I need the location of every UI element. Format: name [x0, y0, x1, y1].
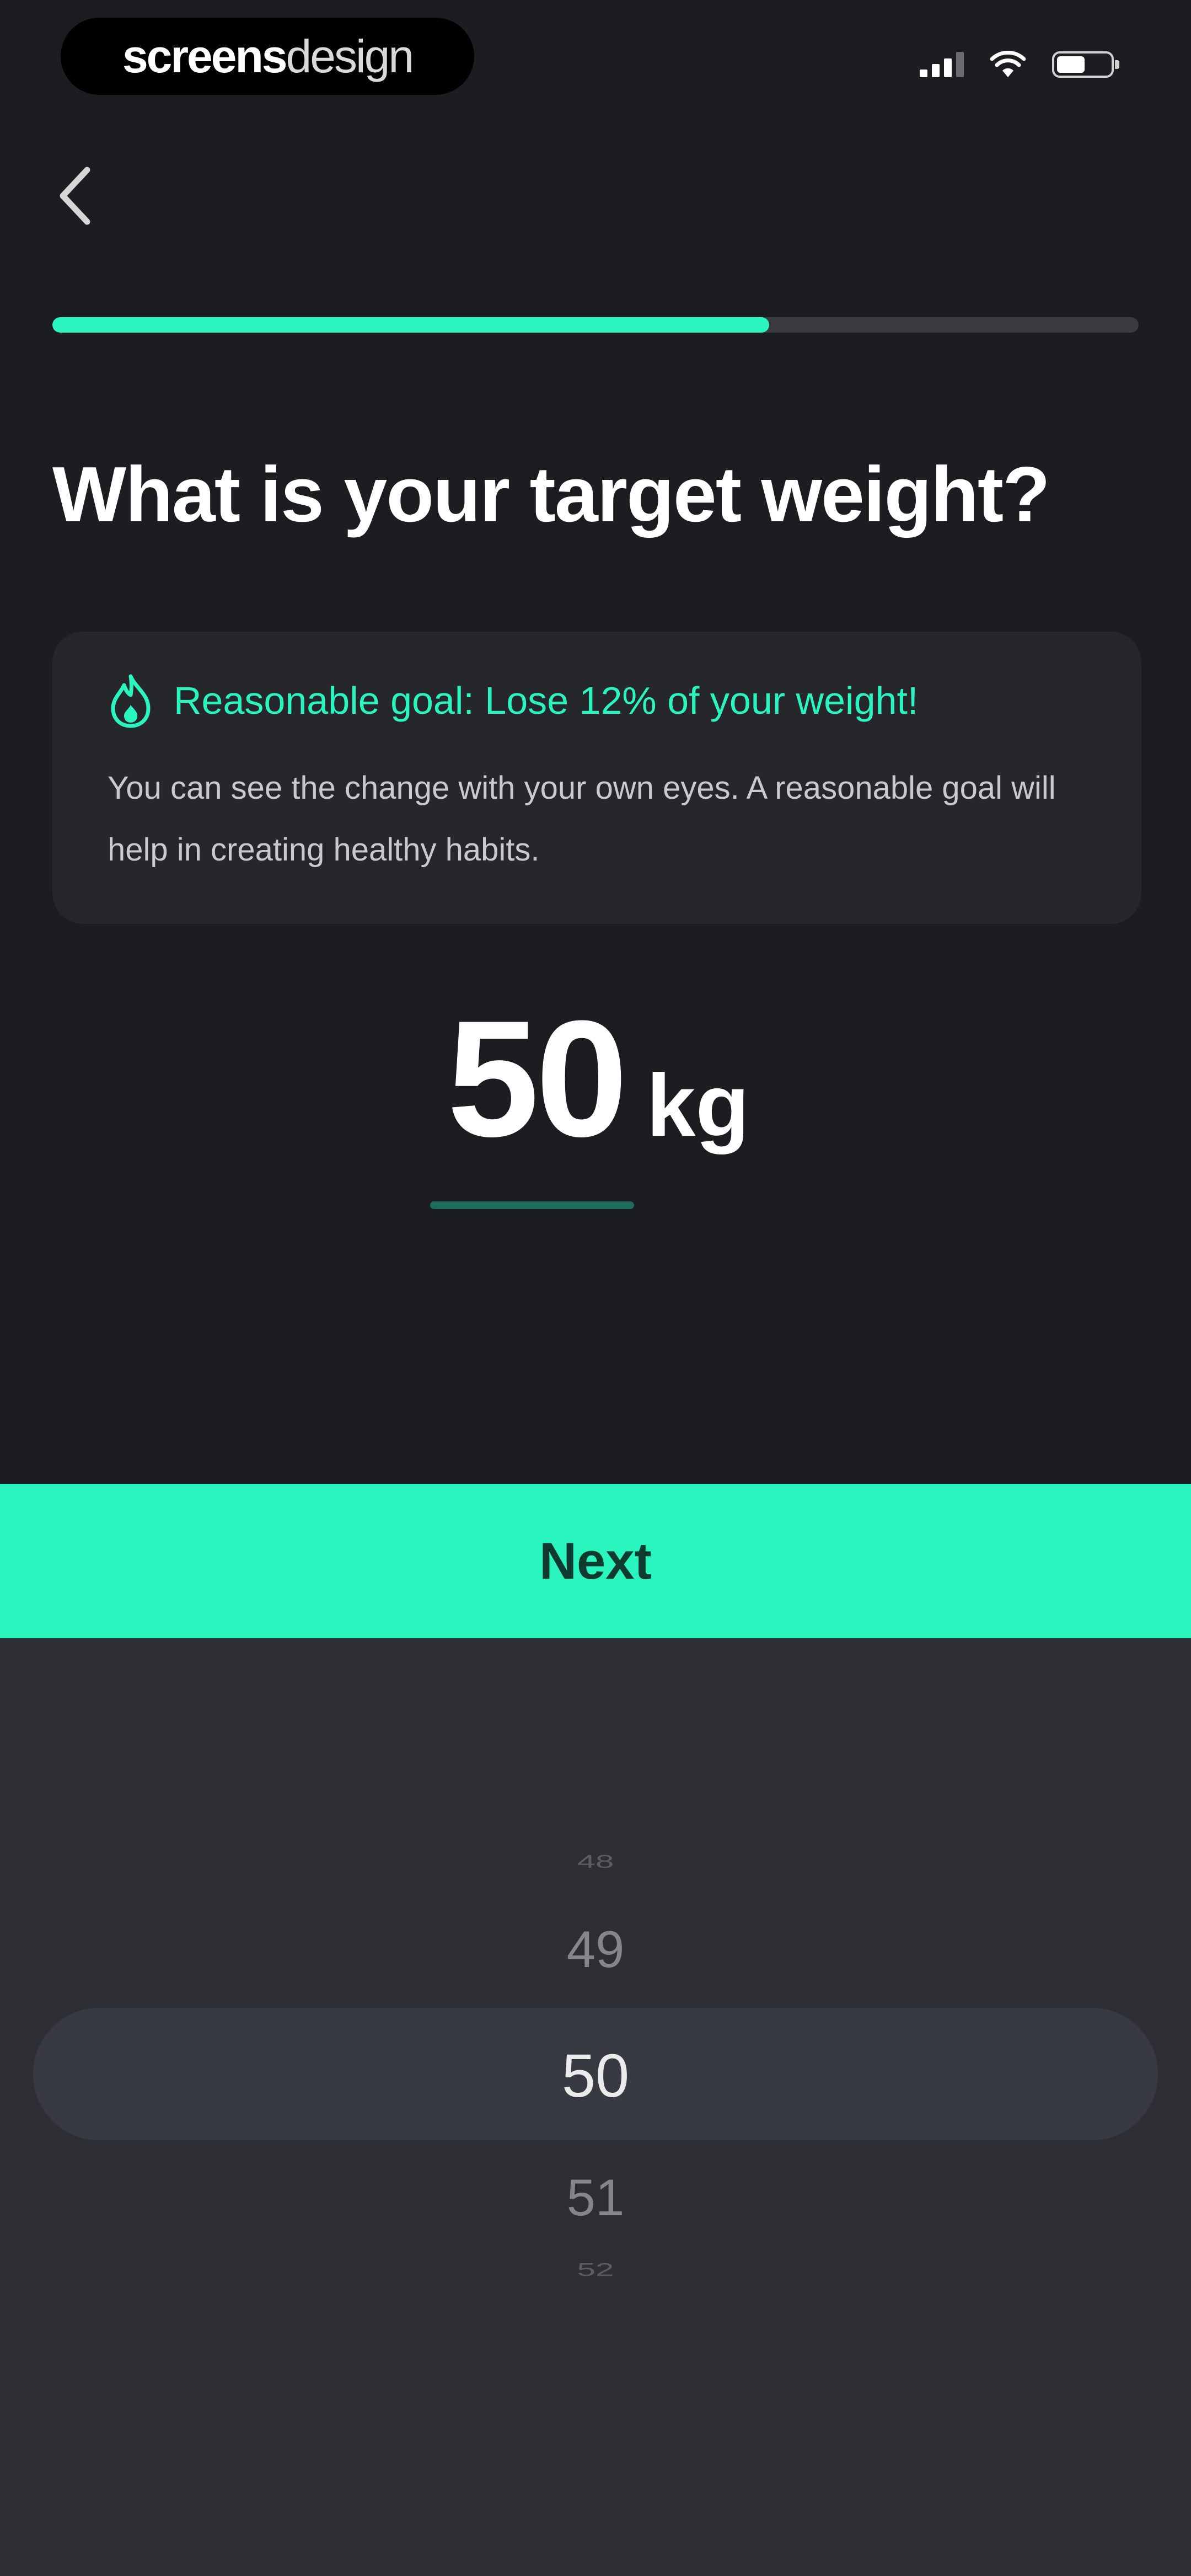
weight-display: 50 kg: [0, 987, 1191, 1169]
picker-item[interactable]: 48: [0, 1851, 1191, 1872]
status-icons: [920, 51, 1119, 78]
weight-underline: [430, 1201, 634, 1209]
flame-icon: [111, 674, 151, 728]
weight-picker[interactable]: 48 49 50 51 52: [0, 1638, 1191, 2576]
chevron-left-icon: [60, 167, 90, 225]
battery-icon: [1052, 51, 1119, 78]
progress-bar: [52, 317, 1139, 333]
goal-title: Reasonable goal: Lose 12% of your weight…: [174, 679, 919, 722]
brand-strong-text: screens: [122, 30, 288, 82]
picker-item[interactable]: 49: [0, 1920, 1191, 1979]
back-button[interactable]: [44, 154, 105, 237]
brand-light-text: design: [286, 30, 415, 82]
goal-description: You can see the change with your own eye…: [108, 770, 1056, 868]
weight-value: 50: [447, 986, 628, 1171]
goal-card: Reasonable goal: Lose 12% of your weight…: [52, 632, 1141, 924]
status-bar: screens design: [0, 0, 1191, 110]
goal-header: Reasonable goal: Lose 12% of your weight…: [108, 670, 1092, 731]
picker-item[interactable]: 52: [0, 2259, 1191, 2280]
page-title: What is your target weight?: [52, 451, 1050, 538]
signal-icon: [920, 52, 964, 77]
progress-fill: [52, 317, 770, 333]
picker-item[interactable]: 51: [0, 2168, 1191, 2227]
brand-logo: screens design: [61, 18, 474, 95]
wifi-icon: [990, 51, 1026, 77]
weight-unit: kg: [646, 1056, 750, 1155]
picker-item-selected[interactable]: 50: [0, 2041, 1191, 2111]
next-button[interactable]: Next: [0, 1484, 1191, 1638]
